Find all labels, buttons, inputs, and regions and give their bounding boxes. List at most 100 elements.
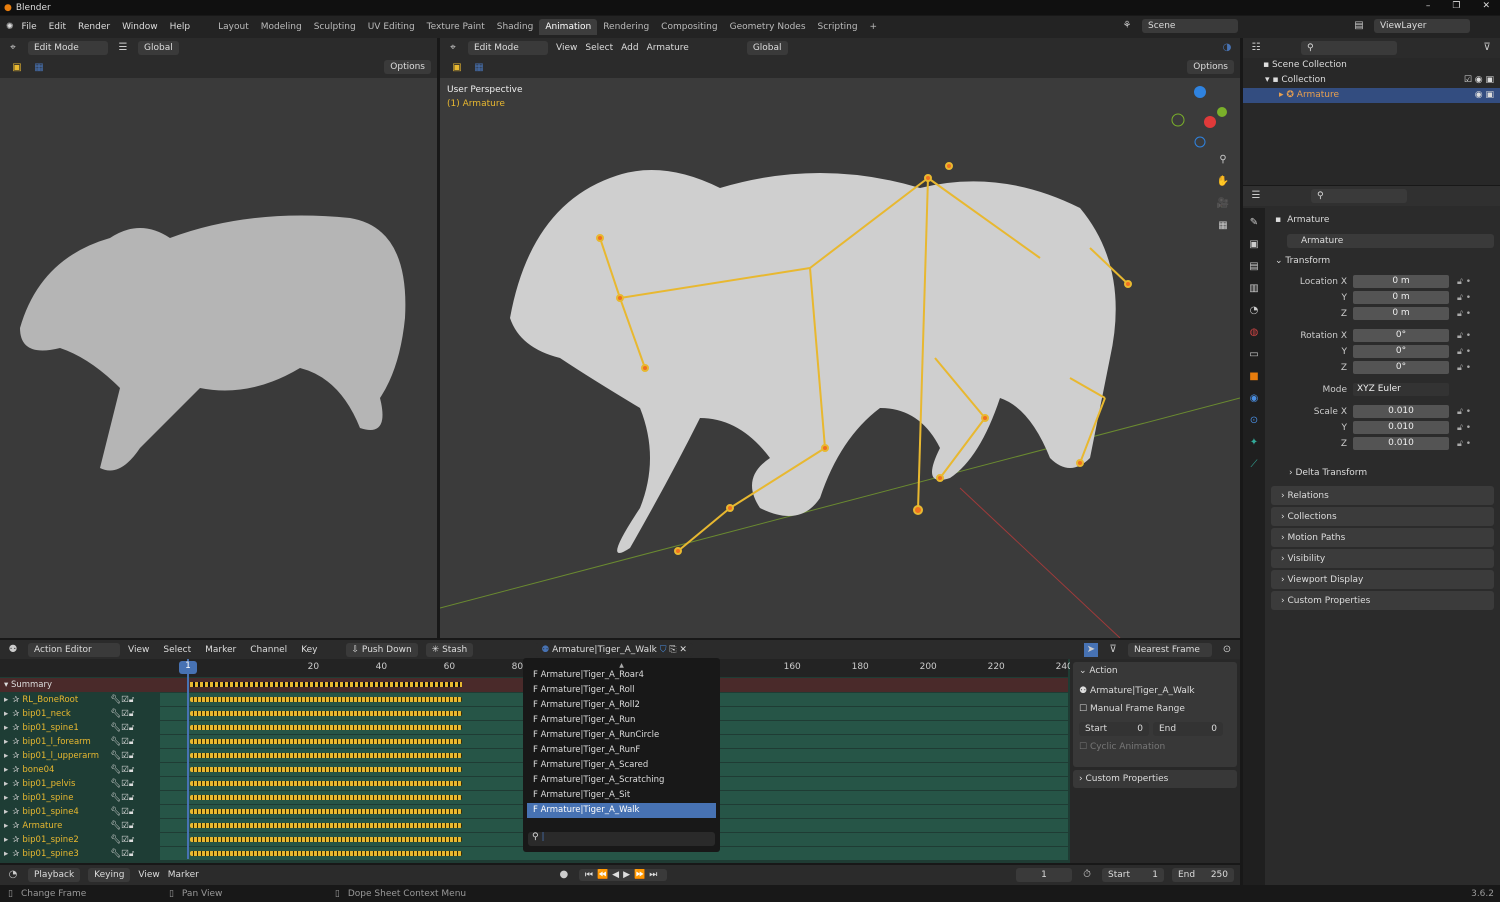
channel-bip01_spine1[interactable]: ▸ ✰ bip01_spine1 🔧︎☑🔓︎ <box>0 721 160 735</box>
record-icon[interactable]: ● <box>557 868 571 882</box>
expand-arrow-icon[interactable]: ▸ <box>4 849 8 859</box>
expand-arrow-icon[interactable]: ▸ <box>4 723 8 733</box>
filter-icon[interactable]: ⊽ <box>1106 643 1120 657</box>
pin-icon[interactable]: ✰ <box>12 793 19 803</box>
action-list-item[interactable]: F Armature|Tiger_A_Sit <box>527 788 716 803</box>
output-tab-icon[interactable]: ▤ <box>1247 260 1261 274</box>
dopesheet-menu-channel[interactable]: Channel <box>250 645 287 655</box>
lock-icon[interactable]: 🔓︎ • <box>1457 407 1471 417</box>
pin-icon[interactable]: ✰ <box>12 737 19 747</box>
channel-bip01_spine3[interactable]: ▸ ✰ bip01_spine3 🔧︎☑🔓︎ <box>0 847 160 861</box>
scene-selector[interactable]: Scene <box>1142 19 1238 33</box>
select-mode-icon[interactable]: ▦ <box>472 61 486 75</box>
properties-search[interactable]: ⚲ <box>1311 189 1407 203</box>
panel-relations[interactable]: › Relations <box>1271 486 1494 505</box>
action-panel-header[interactable]: ⌄ Action <box>1079 666 1231 676</box>
workspace-tab-scripting[interactable]: Scripting <box>812 19 864 35</box>
action-search-field[interactable]: ⚲ | <box>528 832 715 846</box>
channel-bip01_neck[interactable]: ▸ ✰ bip01_neck 🔧︎☑🔓︎ <box>0 707 160 721</box>
pin-icon[interactable]: ✰ <box>12 709 19 719</box>
lock-icon[interactable]: 🔓︎ • <box>1457 347 1471 357</box>
workspace-tab-animation[interactable]: Animation <box>539 19 598 35</box>
workspace-tab-rendering[interactable]: Rendering <box>597 19 655 35</box>
pan-hand-icon[interactable]: ✋ <box>1216 175 1230 189</box>
playback-menu[interactable]: Playback <box>28 868 81 882</box>
white-cat-model[interactable] <box>0 198 437 528</box>
zoom-icon[interactable]: ⚲ <box>1216 153 1230 167</box>
channel-rl_boneroot[interactable]: ▸ ✰ RL_BoneRoot 🔧︎☑🔓︎ <box>0 693 160 707</box>
editor-type-icon[interactable]: ⌖ <box>6 41 20 55</box>
action-selector[interactable]: ⚉ Armature|Tiger_A_Walk ⛉ ⎘ ✕ <box>535 642 693 657</box>
view-layer-icon[interactable]: ▤ <box>1352 19 1366 33</box>
pin-icon[interactable]: ✰ <box>12 807 19 817</box>
outliner-scene-collection[interactable]: ▪ Scene Collection <box>1243 58 1500 73</box>
outliner-collection[interactable]: ▾ ▪ Collection ☑ ◉ ▣ <box>1243 73 1500 88</box>
dopesheet-menu-view[interactable]: View <box>128 645 149 655</box>
minimize-button[interactable]: – <box>1426 1 1431 11</box>
modifier-wrench-icon[interactable]: 🔧︎☑🔓︎ <box>110 793 134 803</box>
dopesheet-mode-selector[interactable]: Action Editor <box>28 642 120 657</box>
panel-viewport-display[interactable]: › Viewport Display <box>1271 570 1494 589</box>
orientation-selector[interactable]: Global <box>746 41 788 55</box>
action-list-item[interactable]: F Armature|Tiger_A_Scratching <box>527 773 716 788</box>
mode-selector[interactable]: Edit Mode <box>468 41 548 55</box>
rotation-mode-select[interactable]: XYZ Euler <box>1353 383 1449 396</box>
modifier-wrench-icon[interactable]: 🔧︎☑🔓︎ <box>110 835 134 845</box>
manual-frame-range-checkbox[interactable]: ☐ Manual Frame Range <box>1079 704 1231 714</box>
panel-visibility[interactable]: › Visibility <box>1271 549 1494 568</box>
workspace-tab-add[interactable]: + <box>864 19 884 35</box>
orientation-selector[interactable]: Global <box>138 41 179 55</box>
lock-icon[interactable]: 🔓︎ • <box>1457 363 1471 373</box>
rotation-field[interactable]: 0° <box>1353 329 1449 342</box>
select-tool-icon[interactable]: ▣ <box>10 61 24 75</box>
select-mode-icon[interactable]: ▦ <box>32 61 46 75</box>
modifier-wrench-icon[interactable]: 🔧︎☑🔓︎ <box>110 709 134 719</box>
maximize-button[interactable]: ❐ <box>1452 1 1460 11</box>
expand-arrow-icon[interactable]: ▸ <box>4 807 8 817</box>
bone-tab-icon[interactable]: ⟋ <box>1247 458 1261 472</box>
push-down-button[interactable]: ⇩ Push Down <box>345 642 418 657</box>
action-list-item[interactable]: F Armature|Tiger_A_RunF <box>527 743 716 758</box>
blender-menu-icon[interactable]: ✺ <box>6 22 14 32</box>
expand-arrow-icon[interactable]: ▸ <box>4 709 8 719</box>
channel-bip01_pelvis[interactable]: ▸ ✰ bip01_pelvis 🔧︎☑🔓︎ <box>0 777 160 791</box>
workspace-tab-uv-editing[interactable]: UV Editing <box>362 19 421 35</box>
channel-bone04[interactable]: ▸ ✰ bone04 🔧︎☑🔓︎ <box>0 763 160 777</box>
workspace-tab-layout[interactable]: Layout <box>212 19 255 35</box>
rotation-field[interactable]: 0° <box>1353 345 1449 358</box>
cyclic-animation-checkbox[interactable]: ☐ Cyclic Animation <box>1079 742 1231 752</box>
constraints-tab-icon[interactable]: ⊙ <box>1247 414 1261 428</box>
lock-icon[interactable]: 🔓︎ • <box>1457 277 1471 287</box>
armature-data-tab-icon[interactable]: ✦ <box>1247 436 1261 450</box>
scene-icon[interactable]: ⚘ <box>1120 19 1134 33</box>
view-layer-selector[interactable]: ViewLayer <box>1374 19 1470 33</box>
modifier-wrench-icon[interactable]: 🔧︎☑🔓︎ <box>110 779 134 789</box>
editor-type-icon[interactable]: ⚉ <box>6 643 20 657</box>
workspace-tab-sculpting[interactable]: Sculpting <box>308 19 362 35</box>
modifier-wrench-icon[interactable]: 🔧︎☑🔓︎ <box>110 751 134 761</box>
action-list-item[interactable]: F Armature|Tiger_A_Roll2 <box>527 698 716 713</box>
modifier-wrench-icon[interactable]: 🔧︎☑🔓︎ <box>110 737 134 747</box>
menu-edit[interactable]: Edit <box>49 22 66 32</box>
object-tab-icon[interactable]: ■ <box>1247 370 1261 384</box>
expand-arrow-icon[interactable]: ▸ <box>4 765 8 775</box>
dopesheet-menu-key[interactable]: Key <box>301 645 317 655</box>
display-mode-icon[interactable]: ☷ <box>1249 41 1263 55</box>
scale-field[interactable]: 0.010 <box>1353 405 1449 418</box>
action-list-item[interactable]: F Armature|Tiger_A_Roar4 <box>527 668 716 683</box>
summary-channel[interactable]: ▾ Summary <box>0 678 160 692</box>
pin-icon[interactable]: ✰ <box>12 835 19 845</box>
lock-icon[interactable]: 🔓︎ • <box>1457 439 1471 449</box>
hamburger-icon[interactable]: ☰ <box>116 41 130 55</box>
lock-icon[interactable]: 🔓︎ • <box>1457 293 1471 303</box>
options-button[interactable]: Options <box>1187 60 1234 74</box>
expand-arrow-icon[interactable]: ▸ <box>4 737 8 747</box>
filter-icon[interactable]: ⊽ <box>1480 41 1494 55</box>
playhead[interactable] <box>187 659 189 859</box>
object-name-field[interactable]: Armature <box>1287 234 1494 248</box>
workspace-tab-texture-paint[interactable]: Texture Paint <box>421 19 491 35</box>
scale-field[interactable]: 0.010 <box>1353 421 1449 434</box>
dopesheet-menu-marker[interactable]: Marker <box>205 645 236 655</box>
expand-arrow-icon[interactable]: ▸ <box>4 751 8 761</box>
timeline-marker-menu[interactable]: Marker <box>168 870 199 880</box>
